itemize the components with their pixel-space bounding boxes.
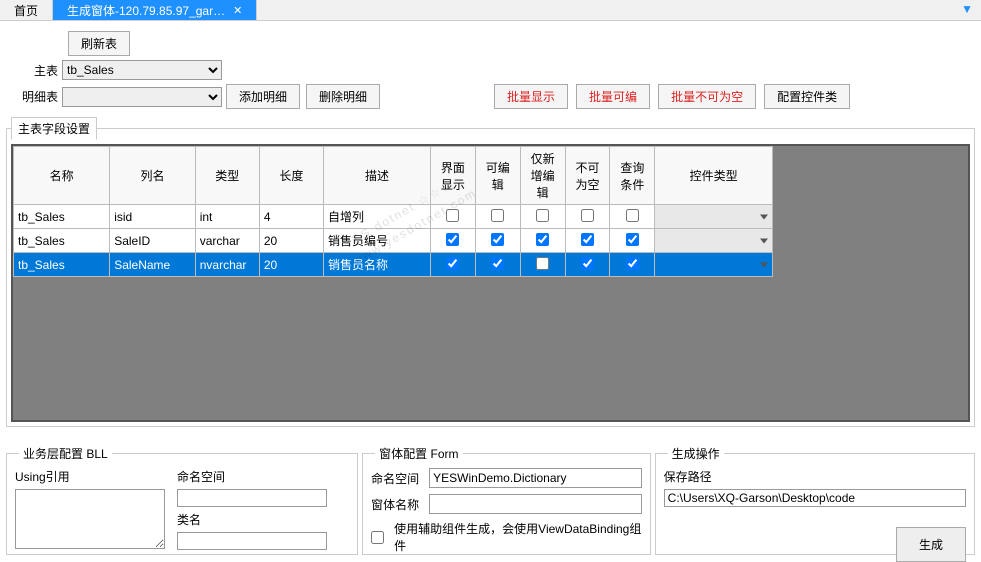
control-type-combo[interactable] (655, 229, 773, 253)
main-table-label: 主表 (6, 62, 58, 79)
batch-edit-button[interactable]: 批量可编 (576, 84, 650, 109)
table-row[interactable]: tb_Salesisidint4自增列 (14, 205, 773, 229)
gen-fieldset: 生成操作 保存路径 生成 (655, 445, 975, 555)
refresh-button[interactable]: 刷新表 (68, 31, 130, 56)
checkbox-edit[interactable] (491, 257, 504, 270)
class-label: 类名 (177, 511, 327, 528)
cell[interactable]: tb_Sales (14, 205, 110, 229)
field-settings-legend: 主表字段设置 (11, 117, 97, 140)
checkbox-show[interactable] (446, 233, 459, 246)
using-textarea[interactable] (15, 489, 165, 549)
checkbox-newEdit[interactable] (536, 233, 549, 246)
detail-table-select[interactable] (62, 87, 222, 107)
table-row[interactable]: tb_SalesSaleNamenvarchar20销售员名称 (14, 253, 773, 277)
checkbox-notNull[interactable] (581, 209, 594, 222)
gen-legend: 生成操作 (668, 445, 724, 462)
th-type[interactable]: 类型 (195, 147, 259, 205)
bll-legend: 业务层配置 BLL (19, 445, 112, 462)
th-desc[interactable]: 描述 (324, 147, 431, 205)
namespace-label: 命名空间 (177, 468, 327, 485)
tab-bar: 首页 生成窗体-120.79.85.97_gar… ✕ ▼ (0, 0, 981, 21)
cell[interactable]: tb_Sales (14, 253, 110, 277)
checkbox-notNull[interactable] (581, 257, 594, 270)
helper-label: 使用辅助组件生成，会使用ViewDataBinding组件 (394, 520, 642, 554)
cell[interactable]: isid (110, 205, 196, 229)
checkbox-query[interactable] (626, 257, 639, 270)
cell[interactable]: tb_Sales (14, 229, 110, 253)
checkbox-show[interactable] (446, 257, 459, 270)
batch-notnull-button[interactable]: 批量不可为空 (658, 84, 756, 109)
main-panel: 刷新表 主表 tb_Sales 明细表 添加明细 删除明细 批量显示 批量可编 … (0, 21, 981, 427)
checkbox-query[interactable] (626, 209, 639, 222)
checkbox-edit[interactable] (491, 233, 504, 246)
th-name[interactable]: 名称 (14, 147, 110, 205)
cell[interactable]: 销售员编号 (324, 229, 431, 253)
cell[interactable]: 20 (259, 229, 323, 253)
delete-detail-button[interactable]: 删除明细 (306, 84, 380, 109)
form-name-input[interactable] (429, 494, 642, 514)
bottom-panels: 业务层配置 BLL Using引用 命名空间 类名 窗体配置 Form 命名空间… (0, 445, 981, 555)
th-edit[interactable]: 可编辑 (475, 147, 520, 205)
tabs-dropdown-icon[interactable]: ▼ (953, 0, 981, 20)
control-type-combo[interactable] (655, 205, 773, 229)
class-input[interactable] (177, 532, 327, 550)
cell[interactable]: nvarchar (195, 253, 259, 277)
cell[interactable]: SaleID (110, 229, 196, 253)
form-ns-label: 命名空间 (371, 470, 423, 487)
th-col[interactable]: 列名 (110, 147, 196, 205)
close-icon[interactable]: ✕ (233, 4, 242, 17)
checkbox-show[interactable] (446, 209, 459, 222)
form-legend: 窗体配置 Form (375, 445, 462, 462)
cell[interactable]: 自增列 (324, 205, 431, 229)
path-input[interactable] (664, 489, 966, 507)
fields-table: 名称 列名 类型 长度 描述 界面显示 可编辑 仅新增编辑 不可为空 查询条件 … (13, 146, 773, 277)
cell[interactable]: SaleName (110, 253, 196, 277)
form-name-label: 窗体名称 (371, 496, 423, 513)
helper-checkbox[interactable] (371, 531, 384, 544)
table-row[interactable]: tb_SalesSaleIDvarchar20销售员编号 (14, 229, 773, 253)
cell[interactable]: 销售员名称 (324, 253, 431, 277)
cell[interactable]: int (195, 205, 259, 229)
grid-container: 名称 列名 类型 长度 描述 界面显示 可编辑 仅新增编辑 不可为空 查询条件 … (11, 144, 970, 422)
cell[interactable]: 4 (259, 205, 323, 229)
th-query[interactable]: 查询条件 (610, 147, 655, 205)
cell[interactable]: varchar (195, 229, 259, 253)
bll-fieldset: 业务层配置 BLL Using引用 命名空间 类名 (6, 445, 358, 555)
add-detail-button[interactable]: 添加明细 (226, 84, 300, 109)
cell[interactable]: 20 (259, 253, 323, 277)
namespace-input[interactable] (177, 489, 327, 507)
generate-button[interactable]: 生成 (896, 527, 966, 562)
checkbox-edit[interactable] (491, 209, 504, 222)
th-ctrl[interactable]: 控件类型 (655, 147, 773, 205)
th-notnull[interactable]: 不可为空 (565, 147, 610, 205)
tab-generate-form[interactable]: 生成窗体-120.79.85.97_gar… ✕ (53, 0, 257, 20)
detail-table-label: 明细表 (6, 88, 58, 105)
form-ns-input[interactable] (429, 468, 642, 488)
checkbox-query[interactable] (626, 233, 639, 246)
th-len[interactable]: 长度 (259, 147, 323, 205)
form-fieldset: 窗体配置 Form 命名空间 窗体名称 使用辅助组件生成，会使用ViewData… (362, 445, 651, 555)
tab-label: 生成窗体-120.79.85.97_gar… (67, 2, 225, 19)
control-type-combo[interactable] (655, 253, 773, 277)
tab-home[interactable]: 首页 (0, 0, 53, 20)
th-newedit[interactable]: 仅新增编辑 (520, 147, 565, 205)
checkbox-notNull[interactable] (581, 233, 594, 246)
path-label: 保存路径 (664, 468, 966, 485)
checkbox-newEdit[interactable] (536, 209, 549, 222)
table-header-row: 名称 列名 类型 长度 描述 界面显示 可编辑 仅新增编辑 不可为空 查询条件 … (14, 147, 773, 205)
th-show[interactable]: 界面显示 (430, 147, 475, 205)
using-label: Using引用 (15, 468, 165, 485)
batch-show-button[interactable]: 批量显示 (494, 84, 568, 109)
field-settings-fieldset: 主表字段设置 名称 列名 类型 长度 描述 界面显示 可编辑 仅新增编辑 不可为… (6, 117, 975, 427)
main-table-select[interactable]: tb_Sales (62, 60, 222, 80)
checkbox-newEdit[interactable] (536, 257, 549, 270)
config-control-button[interactable]: 配置控件类 (764, 84, 850, 109)
